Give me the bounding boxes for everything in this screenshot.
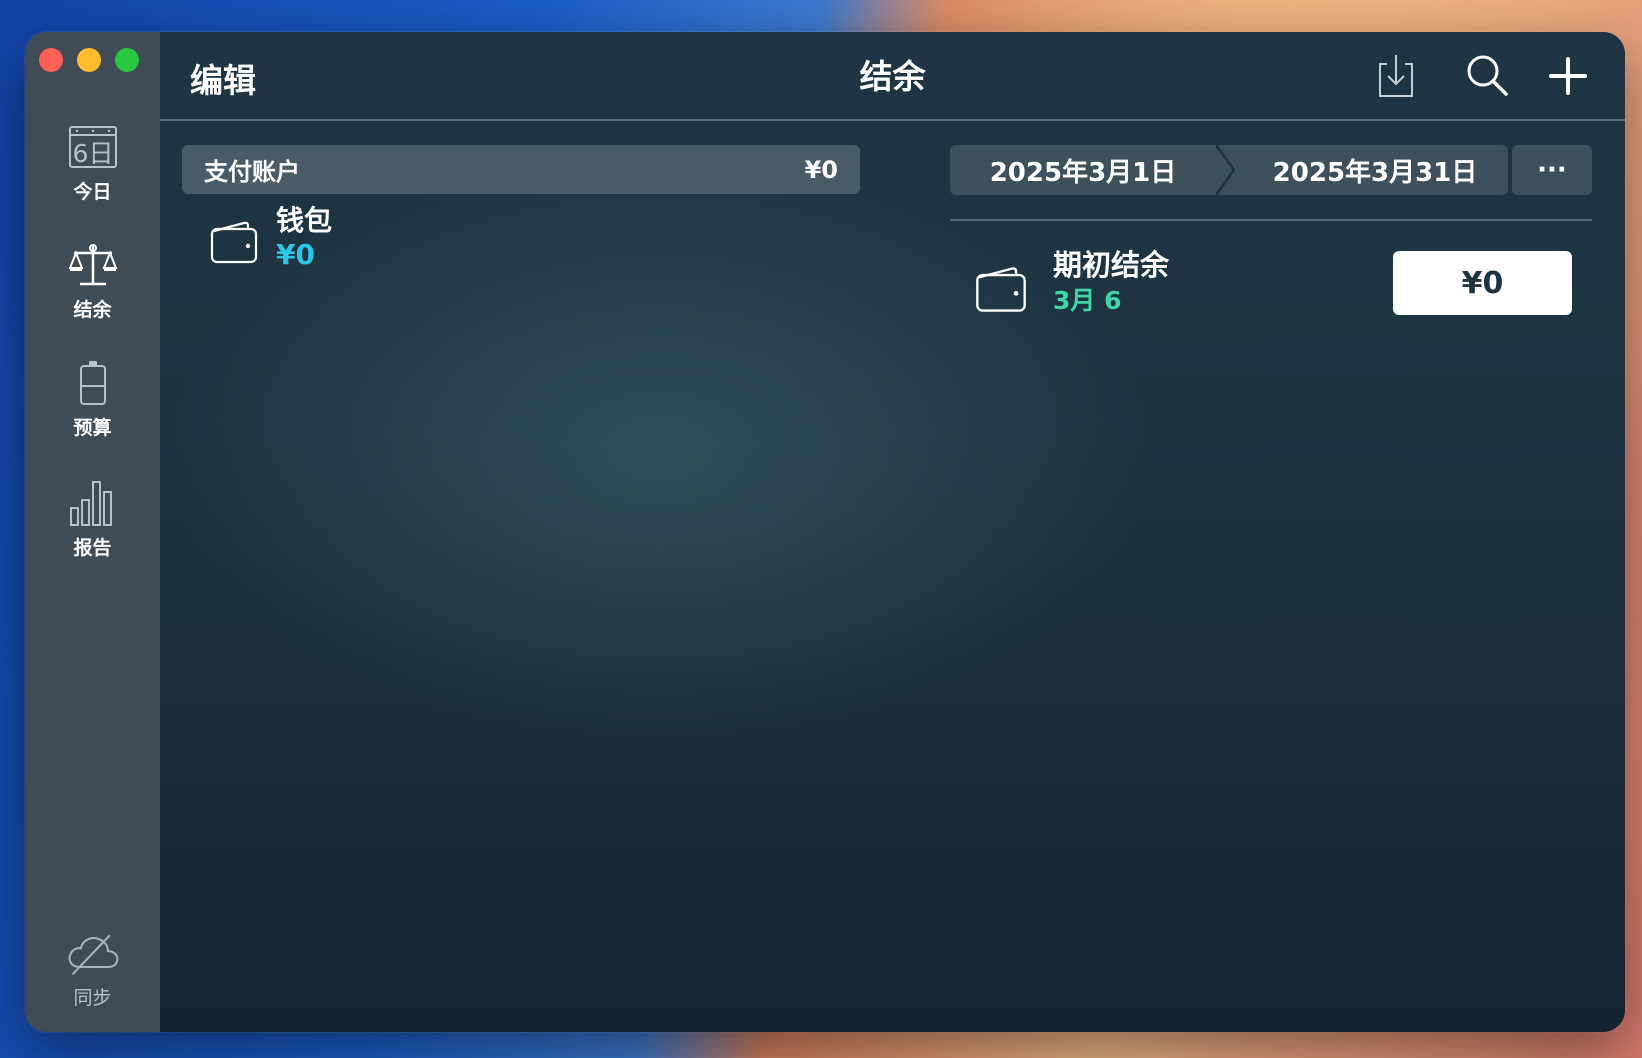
toolbar: 编辑 结余 (160, 32, 1625, 121)
opening-balance-date: 3月 6 (1053, 286, 1122, 315)
download-icon[interactable] (1372, 52, 1420, 100)
cloud-off-icon (65, 925, 121, 981)
close-window-button[interactable] (39, 48, 63, 72)
window-controls (39, 48, 139, 72)
plus-icon[interactable] (1544, 52, 1592, 100)
opening-balance-row: 期初结余 3月 6 (973, 247, 1169, 319)
sidebar-item-balance[interactable]: 结余 (25, 237, 160, 322)
end-date-button[interactable]: 2025年3月31日 (1242, 145, 1508, 195)
zoom-window-button[interactable] (115, 48, 139, 72)
sidebar-item-label: 今日 (73, 181, 112, 203)
sidebar-item-sync[interactable]: 同步 (25, 925, 160, 1010)
account-amount: ¥0 (276, 238, 315, 271)
calendar-icon: 6日 (65, 119, 121, 175)
sidebar: 6日 今日 结余 预算 报告 同步 (25, 32, 160, 1032)
chevron-right-icon (1214, 145, 1242, 195)
svg-text:6日: 6日 (72, 139, 113, 168)
opening-balance-title: 期初结余 (1053, 248, 1170, 282)
opening-balance-input[interactable]: ¥0 (1393, 251, 1572, 315)
bar-chart-icon (65, 475, 121, 531)
list-item[interactable]: 钱包 ¥0 (208, 204, 332, 272)
minimize-window-button[interactable] (77, 48, 101, 72)
account-name: 钱包 (276, 204, 333, 237)
divider (950, 219, 1592, 221)
sidebar-item-budget[interactable]: 预算 (25, 355, 160, 440)
search-icon[interactable] (1464, 52, 1512, 100)
scales-icon (65, 237, 121, 293)
sidebar-item-label: 预算 (73, 417, 112, 439)
app-window: 6日 今日 结余 预算 报告 同步 编辑 结余 支付账户 ¥0 钱包 ¥0 20… (25, 32, 1625, 1032)
wallet-icon (973, 260, 1029, 316)
sidebar-item-label: 结余 (73, 299, 112, 321)
wallet-icon (208, 215, 260, 267)
main-content: 编辑 结余 支付账户 ¥0 钱包 ¥0 2025年3月1日 2025年3月31日… (160, 32, 1625, 1032)
account-group-total: ¥0 (804, 155, 838, 184)
sidebar-item-reports[interactable]: 报告 (25, 475, 160, 560)
date-range-selector: 2025年3月1日 2025年3月31日 (950, 145, 1508, 195)
more-button[interactable]: ··· (1512, 145, 1592, 195)
account-group-header[interactable]: 支付账户 ¥0 (182, 145, 860, 194)
sidebar-item-label: 同步 (73, 987, 112, 1009)
start-date-button[interactable]: 2025年3月1日 (950, 145, 1216, 195)
account-group-label: 支付账户 (204, 158, 300, 186)
battery-icon (65, 355, 121, 411)
sidebar-item-today[interactable]: 6日 今日 (25, 119, 160, 204)
sidebar-item-label: 报告 (73, 537, 112, 559)
